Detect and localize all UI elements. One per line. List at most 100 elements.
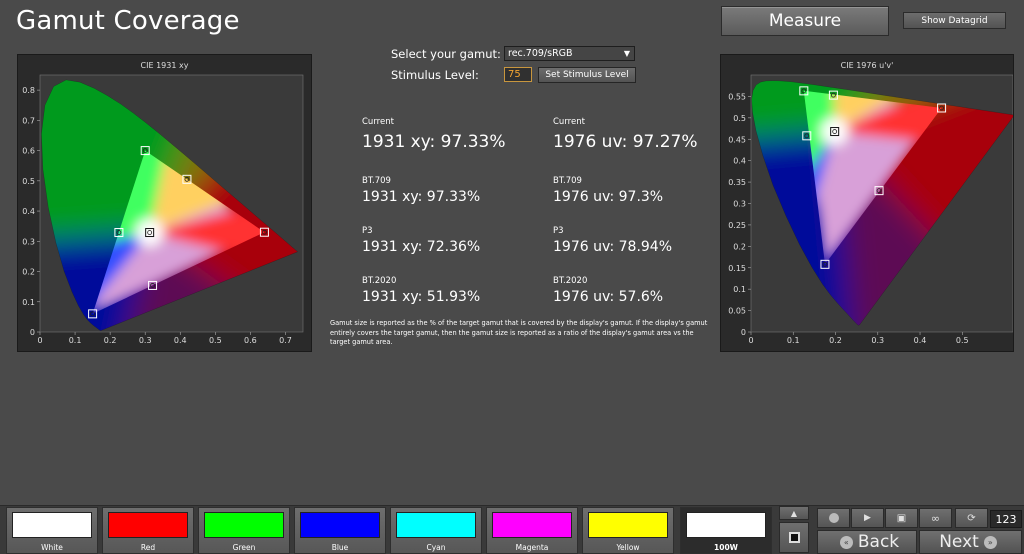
page-title: Gamut Coverage xyxy=(16,6,240,36)
loop-button[interactable]: ∞ xyxy=(919,508,952,528)
y-tick-label: 0.5 xyxy=(733,114,746,123)
stop-small-button[interactable] xyxy=(817,508,850,528)
x-tick-label: 0.3 xyxy=(871,336,884,345)
cie-1931-chart: CIE 1931 xy 0 0.1 0.2 0.3 0.4 0.5 0.6 0.7 0 0.1 0.2… xyxy=(17,54,312,352)
stimulus-label: Stimulus Level: xyxy=(391,68,479,82)
stat-caption: BT.2020 xyxy=(362,276,397,286)
stat-caption: P3 xyxy=(553,226,564,236)
chart-title: CIE 1976 u'v' xyxy=(841,61,894,70)
y-tick-label: 0.8 xyxy=(22,86,35,95)
gamut-white xyxy=(135,218,164,247)
stat-1976-p3: 1976 uv: 78.94% xyxy=(553,239,673,255)
x-tick-label: 0.5 xyxy=(956,336,969,345)
stat-1931-bt709: 1931 xy: 97.33% xyxy=(362,189,481,205)
counter-display: 123 xyxy=(990,510,1022,528)
y-tick-label: 0.6 xyxy=(22,147,35,156)
y-tick-label: 0.5 xyxy=(22,177,35,186)
forward-icon: » xyxy=(983,535,997,549)
show-datagrid-button[interactable]: Show Datagrid xyxy=(903,12,1006,29)
x-tick-label: 0.1 xyxy=(69,336,82,345)
cie-1976-svg: CIE 1976 u'v' 0 0.1 0.2 0.3 0.4 0.5 0 0.05 0.1 0.1… xyxy=(728,61,1013,345)
loop-icon: ∞ xyxy=(930,511,941,525)
y-tick-label: 0.3 xyxy=(733,200,746,209)
cie-1931-svg: CIE 1931 xy 0 0.1 0.2 0.3 0.4 0.5 0.6 0.7 0 0.1 0.2… xyxy=(22,61,304,345)
swatch-color-chip xyxy=(686,512,766,538)
x-tick-label: 0.5 xyxy=(209,336,222,345)
gamut-select-value: rec.709/sRGB xyxy=(508,48,573,59)
play-button[interactable]: ▶ xyxy=(851,508,884,528)
refresh-button[interactable]: ⟳ xyxy=(955,508,988,528)
y-tick-label: 0 xyxy=(30,328,35,337)
x-tick-label: 0 xyxy=(748,336,753,345)
up-arrow-icon: ▲ xyxy=(790,508,798,518)
stat-1931-current: 1931 xy: 97.33% xyxy=(362,132,506,152)
swatch-label: Red xyxy=(140,543,156,552)
swatch-label: White xyxy=(41,543,63,552)
swatch-cyan-button[interactable]: Cyan xyxy=(390,507,482,554)
stat-caption: BT.2020 xyxy=(553,276,588,286)
swatch-red-button[interactable]: Red xyxy=(102,507,194,554)
stat-1931-bt2020: 1931 xy: 51.93% xyxy=(362,289,481,305)
next-label: Next xyxy=(939,532,979,552)
next-button[interactable]: Next » xyxy=(919,530,1022,554)
swatch-magenta-button[interactable]: Magenta xyxy=(486,507,578,554)
x-tick-label: 0.7 xyxy=(279,336,292,345)
y-tick-label: 0.25 xyxy=(728,221,746,230)
stat-caption: Current xyxy=(362,117,394,127)
swatch-label: Magenta xyxy=(515,543,549,552)
gamut-select[interactable]: rec.709/sRGB ▼ xyxy=(504,46,635,61)
stop-small-icon xyxy=(828,513,839,523)
y-tick-label: 0.1 xyxy=(22,298,35,307)
y-tick-label: 0.35 xyxy=(728,178,746,187)
gamut-white xyxy=(820,117,849,146)
x-tick-label: 0.1 xyxy=(787,336,800,345)
swatch-color-chip xyxy=(492,512,572,538)
swatch-color-chip xyxy=(204,512,284,538)
y-tick-label: 0.3 xyxy=(22,237,35,246)
swatch-label: Green xyxy=(232,543,256,552)
swatch-label: Blue xyxy=(331,543,349,552)
x-tick-label: 0.4 xyxy=(174,336,187,345)
swatch-100w-button[interactable]: 100W xyxy=(680,507,772,554)
y-tick-label: 0.55 xyxy=(728,92,746,101)
y-tick-label: 0.2 xyxy=(733,242,746,251)
swatch-white-button[interactable]: White xyxy=(6,507,98,554)
measure-button[interactable]: Measure xyxy=(721,6,889,36)
swatch-color-chip xyxy=(588,512,668,538)
x-tick-label: 0 xyxy=(37,336,42,345)
swatch-label: 100W xyxy=(714,543,738,552)
save-button[interactable]: ▣ xyxy=(885,508,918,528)
stimulus-input[interactable]: 75 xyxy=(504,67,532,82)
y-tick-label: 0.1 xyxy=(733,285,746,294)
swatch-yellow-button[interactable]: Yellow xyxy=(582,507,674,554)
set-stimulus-button[interactable]: Set Stimulus Level xyxy=(538,67,636,83)
chart-title: CIE 1931 xy xyxy=(141,61,189,70)
swatch-label: Cyan xyxy=(426,543,446,552)
stat-1976-bt2020: 1976 uv: 57.6% xyxy=(553,289,664,305)
stop-icon xyxy=(788,532,800,543)
swatch-blue-button[interactable]: Blue xyxy=(294,507,386,554)
swatch-color-chip xyxy=(300,512,380,538)
swatch-green-button[interactable]: Green xyxy=(198,507,290,554)
rewind-icon: « xyxy=(839,535,853,549)
refresh-icon: ⟳ xyxy=(967,512,976,524)
y-tick-label: 0.15 xyxy=(728,264,746,273)
y-tick-label: 0.05 xyxy=(728,307,746,316)
stat-1931-p3: 1931 xy: 72.36% xyxy=(362,239,481,255)
back-button[interactable]: « Back xyxy=(817,530,917,554)
stat-1976-current: 1976 uv: 97.27% xyxy=(553,132,698,152)
stat-caption: BT.709 xyxy=(553,176,582,186)
x-tick-label: 0.6 xyxy=(244,336,257,345)
x-tick-label: 0.2 xyxy=(104,336,117,345)
y-tick-label: 0 xyxy=(741,328,746,337)
up-arrow-button[interactable]: ▲ xyxy=(779,506,809,520)
stop-button[interactable] xyxy=(779,522,809,553)
stat-caption: P3 xyxy=(362,226,373,236)
stat-caption: Current xyxy=(553,117,585,127)
save-icon: ▣ xyxy=(896,512,907,524)
swatch-color-chip xyxy=(396,512,476,538)
stat-1976-bt709: 1976 uv: 97.3% xyxy=(553,189,664,205)
back-label: Back xyxy=(857,532,900,552)
y-tick-label: 0.2 xyxy=(22,268,35,277)
cie-1976-chart: CIE 1976 u'v' 0 0.1 0.2 0.3 0.4 0.5 0 0.05 0.1 0.1… xyxy=(720,54,1014,352)
